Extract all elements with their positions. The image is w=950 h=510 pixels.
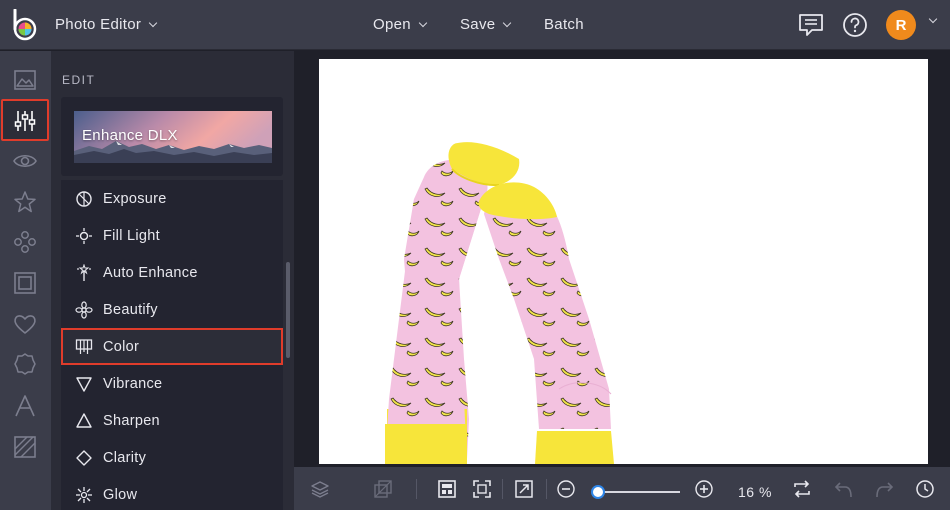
menu-item-label: Glow — [103, 486, 138, 503]
help-icon[interactable] — [842, 12, 868, 38]
zoom-level: 16 % — [738, 484, 772, 500]
history-icon[interactable] — [915, 479, 935, 499]
undo-icon[interactable] — [834, 479, 854, 499]
menu-item-label: Sharpen — [103, 412, 160, 429]
expand-icon[interactable] — [514, 479, 534, 499]
edit-tools-list: Exposure Fill Light Auto Enhance Beautif… — [61, 180, 283, 510]
enhance-dlx-card[interactable]: Enhance DLX — [61, 97, 283, 176]
chat-icon[interactable] — [798, 12, 824, 38]
app-title-label: Photo Editor — [55, 16, 142, 33]
menu-item-color[interactable]: Color — [61, 328, 283, 365]
fit-screen-icon[interactable] — [472, 479, 492, 499]
vibrance-icon — [76, 376, 92, 392]
toolbar-divider — [502, 479, 503, 499]
menu-item-glow[interactable]: Glow — [61, 476, 283, 510]
menu-item-beautify[interactable]: Beautify — [61, 291, 283, 328]
beautify-icon — [75, 300, 93, 319]
menu-item-clarity[interactable]: Clarity — [61, 439, 283, 476]
sharpen-icon — [76, 412, 92, 428]
menu-item-label: Auto Enhance — [103, 264, 198, 281]
menu-item-label: Exposure — [103, 190, 167, 207]
eye-icon[interactable] — [12, 148, 38, 174]
redo-icon[interactable] — [874, 479, 894, 499]
fill-light-icon — [76, 227, 92, 244]
zoom-in-icon[interactable] — [694, 479, 714, 499]
socks-photo — [385, 142, 614, 464]
chevron-down-icon — [148, 18, 158, 27]
auto-enhance-icon — [77, 263, 91, 281]
color-icon — [75, 338, 93, 354]
section-label: EDIT — [62, 73, 96, 87]
edit-panel: EDIT Enhance DLX Exposure Fill Light Aut… — [51, 51, 294, 510]
zoom-slider-handle[interactable] — [591, 485, 605, 499]
batch-label: Batch — [544, 16, 584, 33]
frame-icon[interactable] — [12, 270, 38, 296]
menu-item-label: Color — [103, 338, 140, 355]
menu-item-fill-light[interactable]: Fill Light — [61, 217, 283, 254]
enhance-dlx-thumbnail: Enhance DLX — [74, 111, 272, 163]
chevron-down-icon[interactable] — [928, 14, 938, 24]
batch-menu[interactable]: Batch — [544, 16, 584, 33]
menu-item-label: Clarity — [103, 449, 147, 466]
app-title-menu[interactable]: Photo Editor — [55, 16, 158, 33]
menu-item-exposure[interactable]: Exposure — [61, 180, 283, 217]
menu-item-label: Beautify — [103, 301, 158, 318]
layers-icon[interactable] — [310, 479, 330, 499]
save-menu[interactable]: Save — [460, 16, 512, 33]
chevron-down-icon — [418, 18, 428, 27]
clarity-icon — [76, 449, 92, 466]
exposure-icon — [76, 190, 92, 207]
open-label: Open — [373, 16, 411, 33]
bottom-toolbar — [294, 467, 950, 510]
menu-item-auto-enhance[interactable]: Auto Enhance — [61, 254, 283, 291]
sliders-icon[interactable] — [12, 108, 38, 134]
enhance-dlx-label: Enhance DLX — [82, 127, 178, 144]
menu-item-label: Vibrance — [103, 375, 163, 392]
top-bar: Photo Editor Open Save Batch R — [0, 0, 950, 50]
chevron-down-icon — [503, 18, 512, 27]
overlay-icon[interactable] — [12, 229, 38, 255]
save-label: Save — [460, 16, 496, 33]
open-menu[interactable]: Open — [373, 16, 428, 33]
texture-icon[interactable] — [12, 351, 38, 377]
actual-size-icon[interactable] — [437, 479, 457, 499]
photo-canvas[interactable] — [319, 59, 928, 464]
menu-item-vibrance[interactable]: Vibrance — [61, 365, 283, 402]
text-icon[interactable] — [12, 393, 38, 419]
toolbar-divider — [546, 479, 547, 499]
toolbar-divider — [416, 479, 417, 499]
zoom-out-icon[interactable] — [556, 479, 576, 499]
image-icon[interactable] — [12, 67, 38, 93]
heart-icon[interactable] — [12, 311, 38, 337]
zoom-slider-track[interactable] — [598, 491, 680, 493]
compare-icon[interactable] — [373, 479, 393, 499]
graphics-icon[interactable] — [12, 434, 38, 460]
menu-item-sharpen[interactable]: Sharpen — [61, 402, 283, 439]
star-icon[interactable] — [12, 189, 38, 215]
app-logo-icon[interactable] — [10, 9, 40, 41]
avatar-initial: R — [895, 16, 907, 34]
swap-icon[interactable] — [792, 479, 812, 499]
glow-icon — [76, 486, 92, 503]
panel-scrollbar[interactable] — [286, 262, 290, 358]
avatar[interactable]: R — [886, 10, 916, 40]
tool-rail — [0, 51, 51, 510]
menu-item-label: Fill Light — [103, 227, 160, 244]
